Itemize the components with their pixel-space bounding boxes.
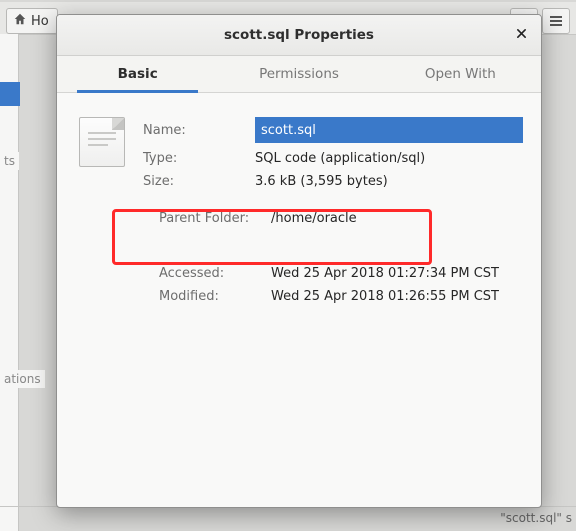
properties-dialog: scott.sql Properties Basic Permissions O… (56, 14, 542, 508)
close-icon (516, 28, 527, 43)
sidebar-selection (0, 82, 20, 106)
name-input[interactable] (255, 117, 523, 143)
home-icon (13, 12, 27, 30)
sidebar-text-fragment-1: ts (0, 152, 19, 170)
property-group-1: Name: Type: SQL code (application/sql) S… (79, 117, 513, 189)
label-modified: Modified: (159, 289, 255, 304)
tab-open-with[interactable]: Open With (380, 56, 541, 92)
label-type: Type: (143, 151, 239, 166)
file-icon[interactable] (79, 117, 125, 167)
sidebar-text-fragment-2: ations (0, 370, 45, 388)
value-type: SQL code (application/sql) (255, 151, 523, 166)
value-accessed: Wed 25 Apr 2018 01:27:34 PM CST (271, 266, 513, 281)
file-icon-cell (79, 117, 127, 167)
label-size: Size: (143, 174, 239, 189)
tab-open-with-label: Open With (425, 66, 496, 82)
home-button[interactable]: Ho (6, 8, 58, 34)
value-parent: /home/oracle (271, 211, 513, 226)
tabs: Basic Permissions Open With (57, 56, 541, 93)
close-button[interactable] (511, 25, 531, 45)
label-parent: Parent Folder: (159, 211, 255, 226)
hamburger-button[interactable] (542, 8, 570, 34)
dialog-title: scott.sql Properties (224, 27, 374, 43)
desktop-background: Ho ts ations "scott.sql" s scott.sql Pro… (0, 0, 576, 531)
background-statusbar: "scott.sql" s (500, 511, 572, 525)
label-name: Name: (143, 123, 239, 138)
home-label: Ho (31, 14, 49, 29)
property-group-3: Accessed: Wed 25 Apr 2018 01:27:34 PM CS… (79, 266, 513, 304)
dialog-titlebar[interactable]: scott.sql Properties (57, 15, 541, 56)
dialog-content: Name: Type: SQL code (application/sql) S… (57, 93, 541, 507)
label-accessed: Accessed: (159, 266, 255, 281)
property-group-2: Parent Folder: /home/oracle (79, 211, 513, 226)
tab-permissions[interactable]: Permissions (218, 56, 379, 92)
tab-permissions-label: Permissions (259, 66, 339, 82)
tab-basic[interactable]: Basic (57, 56, 218, 92)
tab-basic-label: Basic (118, 66, 158, 82)
value-modified: Wed 25 Apr 2018 01:26:55 PM CST (271, 289, 513, 304)
background-sidebar (0, 34, 19, 531)
value-size: 3.6 kB (3,595 bytes) (255, 174, 523, 189)
